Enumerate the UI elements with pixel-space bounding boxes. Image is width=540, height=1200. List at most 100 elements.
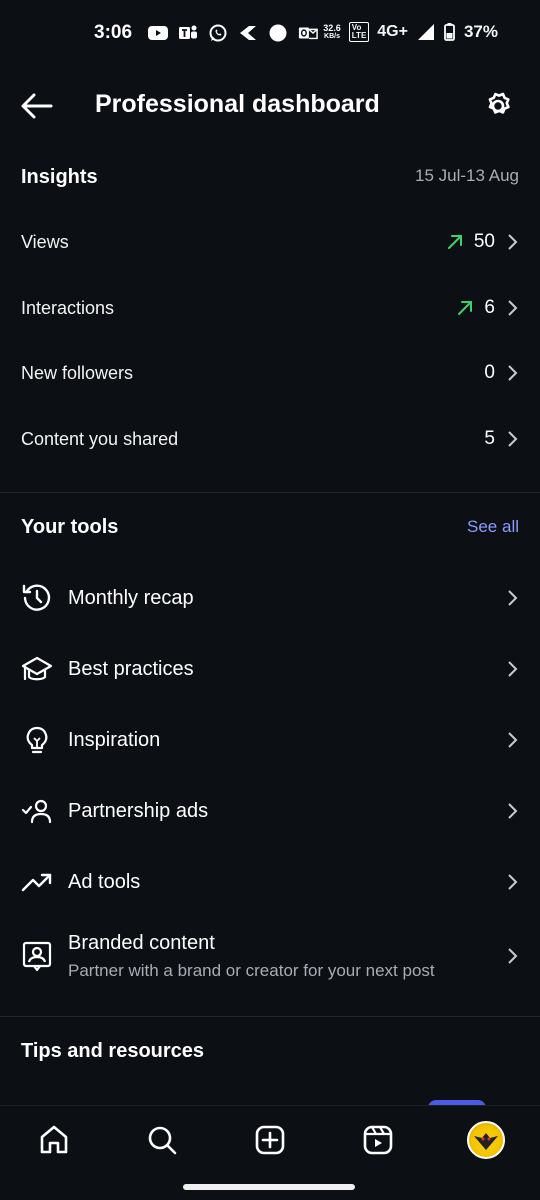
tool-row-inspiration[interactable]: Inspiration (21, 712, 519, 768)
metric-right: 0 (484, 362, 519, 384)
metric-row-new-followers[interactable]: New followers 0 (21, 353, 519, 393)
tools-title: Your tools (21, 516, 119, 538)
settings-button[interactable] (480, 88, 516, 124)
history-icon (21, 582, 53, 614)
tool-label: Inspiration (68, 728, 161, 751)
tool-subtitle: Partner with a brand or creator for your… (68, 960, 435, 980)
chevron-right-icon (508, 431, 518, 447)
network-speed: 32.6 KB/s (323, 23, 341, 41)
see-all-link[interactable]: See all (467, 517, 519, 537)
trend-up-icon (447, 235, 462, 249)
back-arrow-icon (21, 93, 53, 119)
home-indicator[interactable] (183, 1184, 355, 1190)
trend-up-icon (458, 301, 473, 315)
youtube-icon (148, 23, 169, 43)
metric-label: Views (21, 231, 69, 252)
tools-header: Your tools See all (21, 512, 519, 546)
volte-bottom: LTE (351, 31, 367, 40)
bottom-nav (0, 1105, 540, 1200)
battery-percent: 37% (463, 22, 498, 41)
chevron-right-icon (508, 590, 518, 606)
volte-badge: Vo LTE (348, 22, 370, 42)
app-icon (238, 23, 258, 43)
chevron-right-icon (508, 300, 518, 316)
gear-icon (488, 92, 510, 114)
metric-right: 6 (456, 297, 519, 319)
avatar (467, 1121, 505, 1159)
metric-value: 50 (473, 231, 495, 252)
metric-label: Content you shared (21, 428, 179, 449)
metric-right: 50 (446, 231, 519, 253)
chevron-right-icon (508, 732, 518, 748)
metric-row-views[interactable]: Views 50 (21, 222, 519, 262)
tool-label: Branded content (68, 931, 215, 954)
nav-profile[interactable] (464, 1118, 508, 1162)
tool-label: Best practices (68, 657, 194, 680)
tool-label: Partnership ads (68, 799, 209, 822)
teams-icon (178, 23, 198, 43)
metric-right: 5 (484, 428, 519, 450)
chevron-right-icon (508, 948, 518, 964)
outlook-icon (298, 23, 318, 43)
chevron-right-icon (508, 661, 518, 677)
tool-text: Monthly recap (68, 587, 505, 610)
search-icon (148, 1126, 177, 1155)
metric-row-content-shared[interactable]: Content you shared 5 (21, 419, 519, 459)
chevron-right-icon (508, 874, 518, 890)
metric-row-interactions[interactable]: Interactions 6 (21, 288, 519, 328)
avatar-image-icon (474, 1133, 498, 1150)
status-right: 32.6 KB/s Vo LTE 4G+ 37% (323, 22, 498, 42)
plus-square-icon (255, 1125, 285, 1155)
nav-reels[interactable] (356, 1118, 400, 1162)
signal-icon (416, 22, 436, 42)
battery-icon (444, 22, 456, 42)
branded-content-icon (21, 940, 53, 972)
header: Professional dashboard (0, 78, 540, 134)
chevron-right-icon (508, 803, 518, 819)
chevron-right-icon (508, 365, 518, 381)
divider (0, 492, 540, 493)
tool-row-best-practices[interactable]: Best practices (21, 641, 519, 697)
tool-text: Best practices (68, 658, 505, 681)
whatsapp-icon (208, 23, 228, 43)
network-speed-unit: KB/s (324, 33, 340, 40)
circle-icon (268, 23, 288, 43)
tool-label: Monthly recap (68, 586, 194, 609)
chevron-right-icon (508, 234, 518, 250)
tool-text: Inspiration (68, 729, 505, 752)
tips-title: Tips and resources (21, 1040, 205, 1062)
status-bar: 3:06 32.6 KB/s Vo LTE 4G+ 37% (0, 0, 540, 68)
tool-text: Partnership ads (68, 800, 505, 823)
back-button[interactable] (18, 88, 56, 124)
nav-create[interactable] (248, 1118, 292, 1162)
home-icon (40, 1125, 68, 1154)
date-range[interactable]: 15 Jul-13 Aug (415, 166, 519, 186)
network-speed-value: 32.6 (323, 23, 341, 33)
nav-search[interactable] (140, 1118, 184, 1162)
nav-home[interactable] (32, 1118, 76, 1162)
reels-icon (363, 1125, 393, 1155)
tool-text: Ad tools (68, 871, 505, 894)
status-left: 3:06 (94, 22, 318, 44)
metric-label: Interactions (21, 297, 115, 318)
status-time: 3:06 (94, 22, 133, 43)
trending-up-icon (21, 866, 53, 898)
metric-value: 5 (484, 428, 495, 449)
lightbulb-icon (21, 724, 53, 756)
tool-label: Ad tools (68, 870, 141, 893)
tool-row-partnership-ads[interactable]: Partnership ads (21, 783, 519, 839)
graduation-cap-icon (21, 653, 53, 685)
metric-label: New followers (21, 362, 134, 383)
tool-row-branded-content[interactable]: Branded content Partner with a brand or … (21, 925, 519, 987)
tool-text: Branded content Partner with a brand or … (68, 932, 505, 981)
divider (0, 1016, 540, 1017)
metric-value: 6 (484, 297, 495, 318)
metric-value: 0 (484, 362, 495, 383)
page-title: Professional dashboard (95, 90, 380, 118)
tool-row-monthly-recap[interactable]: Monthly recap (21, 570, 519, 626)
insights-title: Insights (21, 166, 98, 188)
partnership-icon (21, 795, 53, 827)
network-type: 4G+ (377, 23, 408, 40)
insights-header: Insights 15 Jul-13 Aug (21, 162, 519, 196)
tool-row-ad-tools[interactable]: Ad tools (21, 854, 519, 910)
